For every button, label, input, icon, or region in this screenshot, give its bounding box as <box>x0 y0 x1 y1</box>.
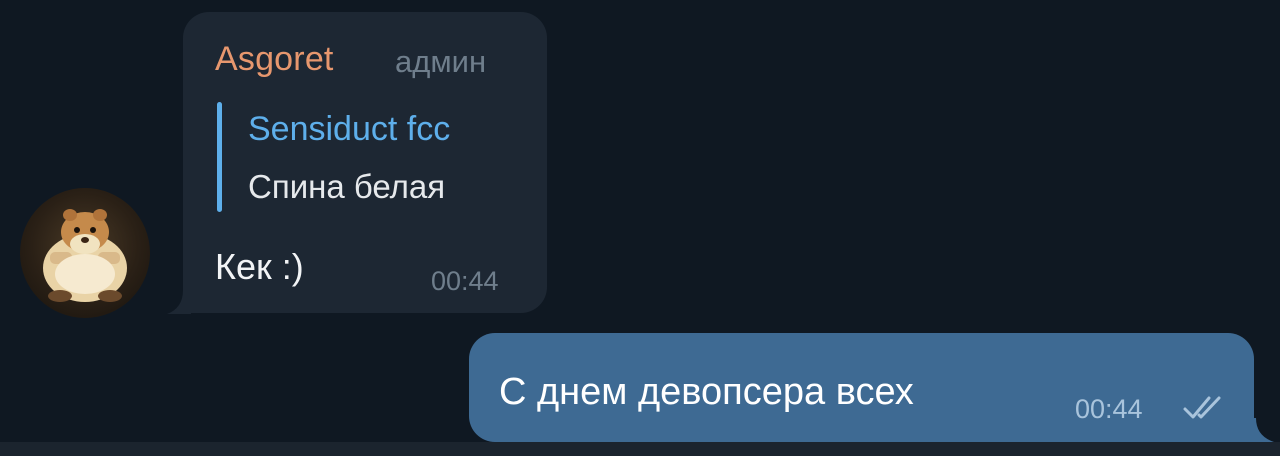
chat-history[interactable]: Asgoret админ Sensiduct fcc Спина белая … <box>0 0 1280 456</box>
sender-avatar[interactable] <box>20 188 150 318</box>
message-text: С днем девопсера всех <box>499 371 914 413</box>
reply-accent-bar <box>217 102 222 212</box>
message-time: 00:44 <box>431 266 499 296</box>
sender-role-badge: админ <box>395 44 487 79</box>
composer-edge <box>0 442 1280 456</box>
message-time: 00:44 <box>1075 394 1143 424</box>
hamster-avatar-icon <box>43 209 127 302</box>
incoming-message-bubble[interactable]: Asgoret админ Sensiduct fcc Спина белая … <box>183 12 547 313</box>
reply-author: Sensiduct fcc <box>248 110 451 148</box>
message-text: Кек :) <box>215 246 304 287</box>
outgoing-bubble-tail <box>1248 418 1274 442</box>
sender-name[interactable]: Asgoret <box>215 40 334 79</box>
double-check-icon <box>1183 396 1221 419</box>
reply-quote[interactable]: Sensiduct fcc Спина белая <box>217 102 517 214</box>
reply-text: Спина белая <box>248 168 446 205</box>
outgoing-message-bubble[interactable]: С днем девопсера всех 00:44 <box>469 333 1254 442</box>
